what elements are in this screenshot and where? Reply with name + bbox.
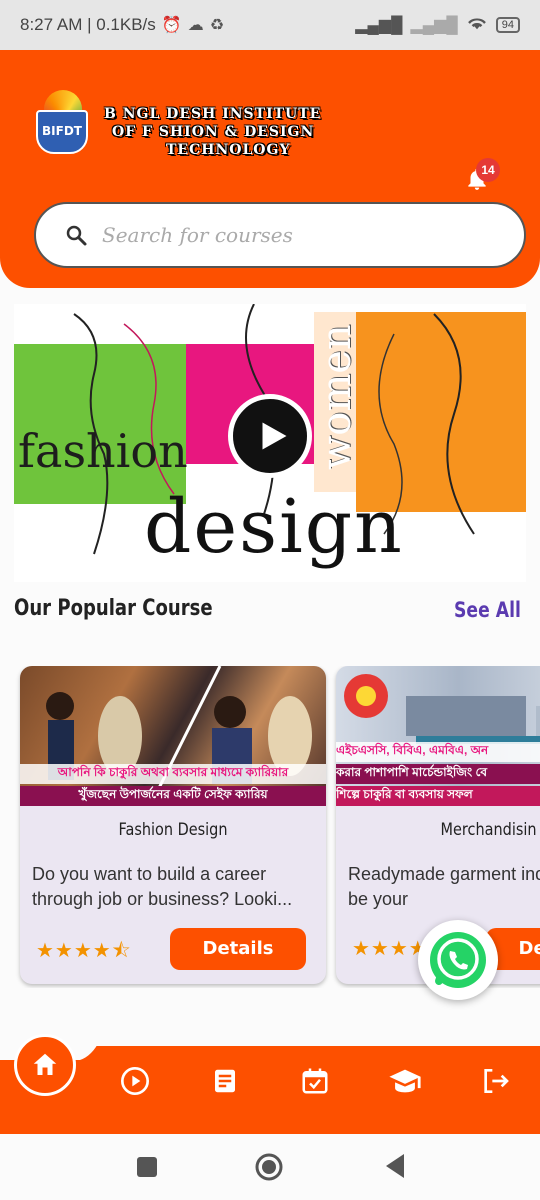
brand-name: B NGL DESH INSTITUTE OF F SHION & DESIGN…	[102, 106, 402, 158]
nav-logout-button[interactable]	[478, 1064, 512, 1098]
play-circle-icon	[121, 1067, 149, 1095]
search-icon	[66, 225, 87, 246]
home-icon	[33, 1053, 57, 1075]
nav-videos-button[interactable]	[118, 1064, 152, 1098]
alarm-icon: ⏰	[161, 17, 182, 34]
banner-word-design: design	[144, 484, 404, 570]
course-image-caption: করার পাশাপাশি মার্চেন্ডাইজিং বে	[336, 764, 540, 784]
search-bar[interactable]	[34, 202, 526, 268]
brand-line-1: B NGL DESH INSTITUTE	[104, 106, 322, 122]
recent-apps-button[interactable]	[132, 1152, 162, 1182]
course-image-caption: শিল্পে চাকুরি বা ব্যবসায় সফল	[336, 786, 540, 806]
course-image: এইচএসসি, বিবিএ, এমবিএ, অন করার পাশাপাশি …	[336, 666, 540, 806]
brand-line-3: TECHNOLOGY	[166, 142, 291, 158]
brand-line-2: OF F SHION & DESIGN	[112, 124, 315, 140]
back-button[interactable]	[382, 1152, 412, 1182]
course-description: Do you want to build a career through jo…	[32, 864, 293, 909]
sync-icon: ♻	[209, 17, 225, 34]
bifdt-logo: BIFDT	[36, 90, 90, 154]
whatsapp-icon	[430, 932, 486, 988]
section-title: Our Popular Course	[14, 596, 213, 621]
status-time: 8:27 AM | 0.1KB/s	[20, 15, 156, 34]
course-image: আপনি কি চাকুরি অথবা ব্যবসার মাধ্যমে ক্যা…	[20, 666, 326, 806]
circle-icon	[255, 1153, 283, 1181]
status-bar: 8:27 AM | 0.1KB/s ⏰ ☁ ♻ ▂▄▆█ ▂▄▆█ 94	[0, 0, 540, 50]
nav-courses-button[interactable]	[388, 1064, 422, 1098]
notification-badge: 14	[476, 158, 500, 182]
search-input[interactable]	[102, 223, 462, 247]
course-image-caption: আপনি কি চাকুরি অথবা ব্যবসার মাধ্যমে ক্যা…	[20, 764, 326, 784]
nav-schedule-button[interactable]	[298, 1064, 332, 1098]
signal-2-icon: ▂▄▆█	[410, 17, 458, 34]
calendar-check-icon	[302, 1068, 328, 1094]
course-image-caption: খুঁজছেন উপার্জনের একটি সেইফ ক্যারিয়	[20, 786, 326, 806]
course-rating-stars: ★★★★	[352, 938, 428, 960]
app-header: BIFDT B NGL DESH INSTITUTE OF F SHION & …	[0, 50, 540, 288]
home-system-button[interactable]	[254, 1152, 284, 1182]
cloud-icon: ☁	[187, 17, 204, 34]
course-rating-stars: ★★★★⯪	[36, 940, 132, 962]
battery-indicator: 94	[495, 17, 520, 33]
nav-documents-button[interactable]	[208, 1064, 242, 1098]
notification-button[interactable]: 14	[462, 158, 500, 194]
banner-word-women: women	[314, 324, 360, 470]
play-button[interactable]	[228, 394, 312, 478]
whatsapp-button[interactable]	[418, 920, 498, 1000]
wifi-icon	[466, 15, 488, 36]
course-description: Readymade garment industry may be your	[348, 864, 540, 909]
document-icon	[215, 1069, 235, 1093]
signal-icon: ▂▄▆█	[355, 17, 403, 34]
play-icon	[262, 422, 287, 450]
course-card[interactable]: আপনি কি চাকুরি অথবা ব্যবসার মাধ্যমে ক্যা…	[20, 666, 326, 984]
banner-word-fashion: fashion	[18, 424, 188, 478]
promo-video-banner[interactable]: fashion women design	[14, 304, 526, 582]
see-all-link[interactable]: See All	[454, 598, 521, 622]
details-button[interactable]: Details	[170, 928, 306, 970]
course-title: Fashion Design	[118, 820, 228, 840]
logout-icon	[484, 1069, 509, 1093]
graduation-cap-icon	[389, 1069, 421, 1093]
course-title: Merchandisin	[440, 820, 537, 840]
square-icon	[137, 1157, 157, 1177]
course-image-caption: এইচএসসি, বিবিএ, এমবিএ, অন	[336, 742, 540, 762]
back-triangle-icon	[386, 1154, 404, 1178]
nav-home-button[interactable]	[14, 1034, 76, 1096]
